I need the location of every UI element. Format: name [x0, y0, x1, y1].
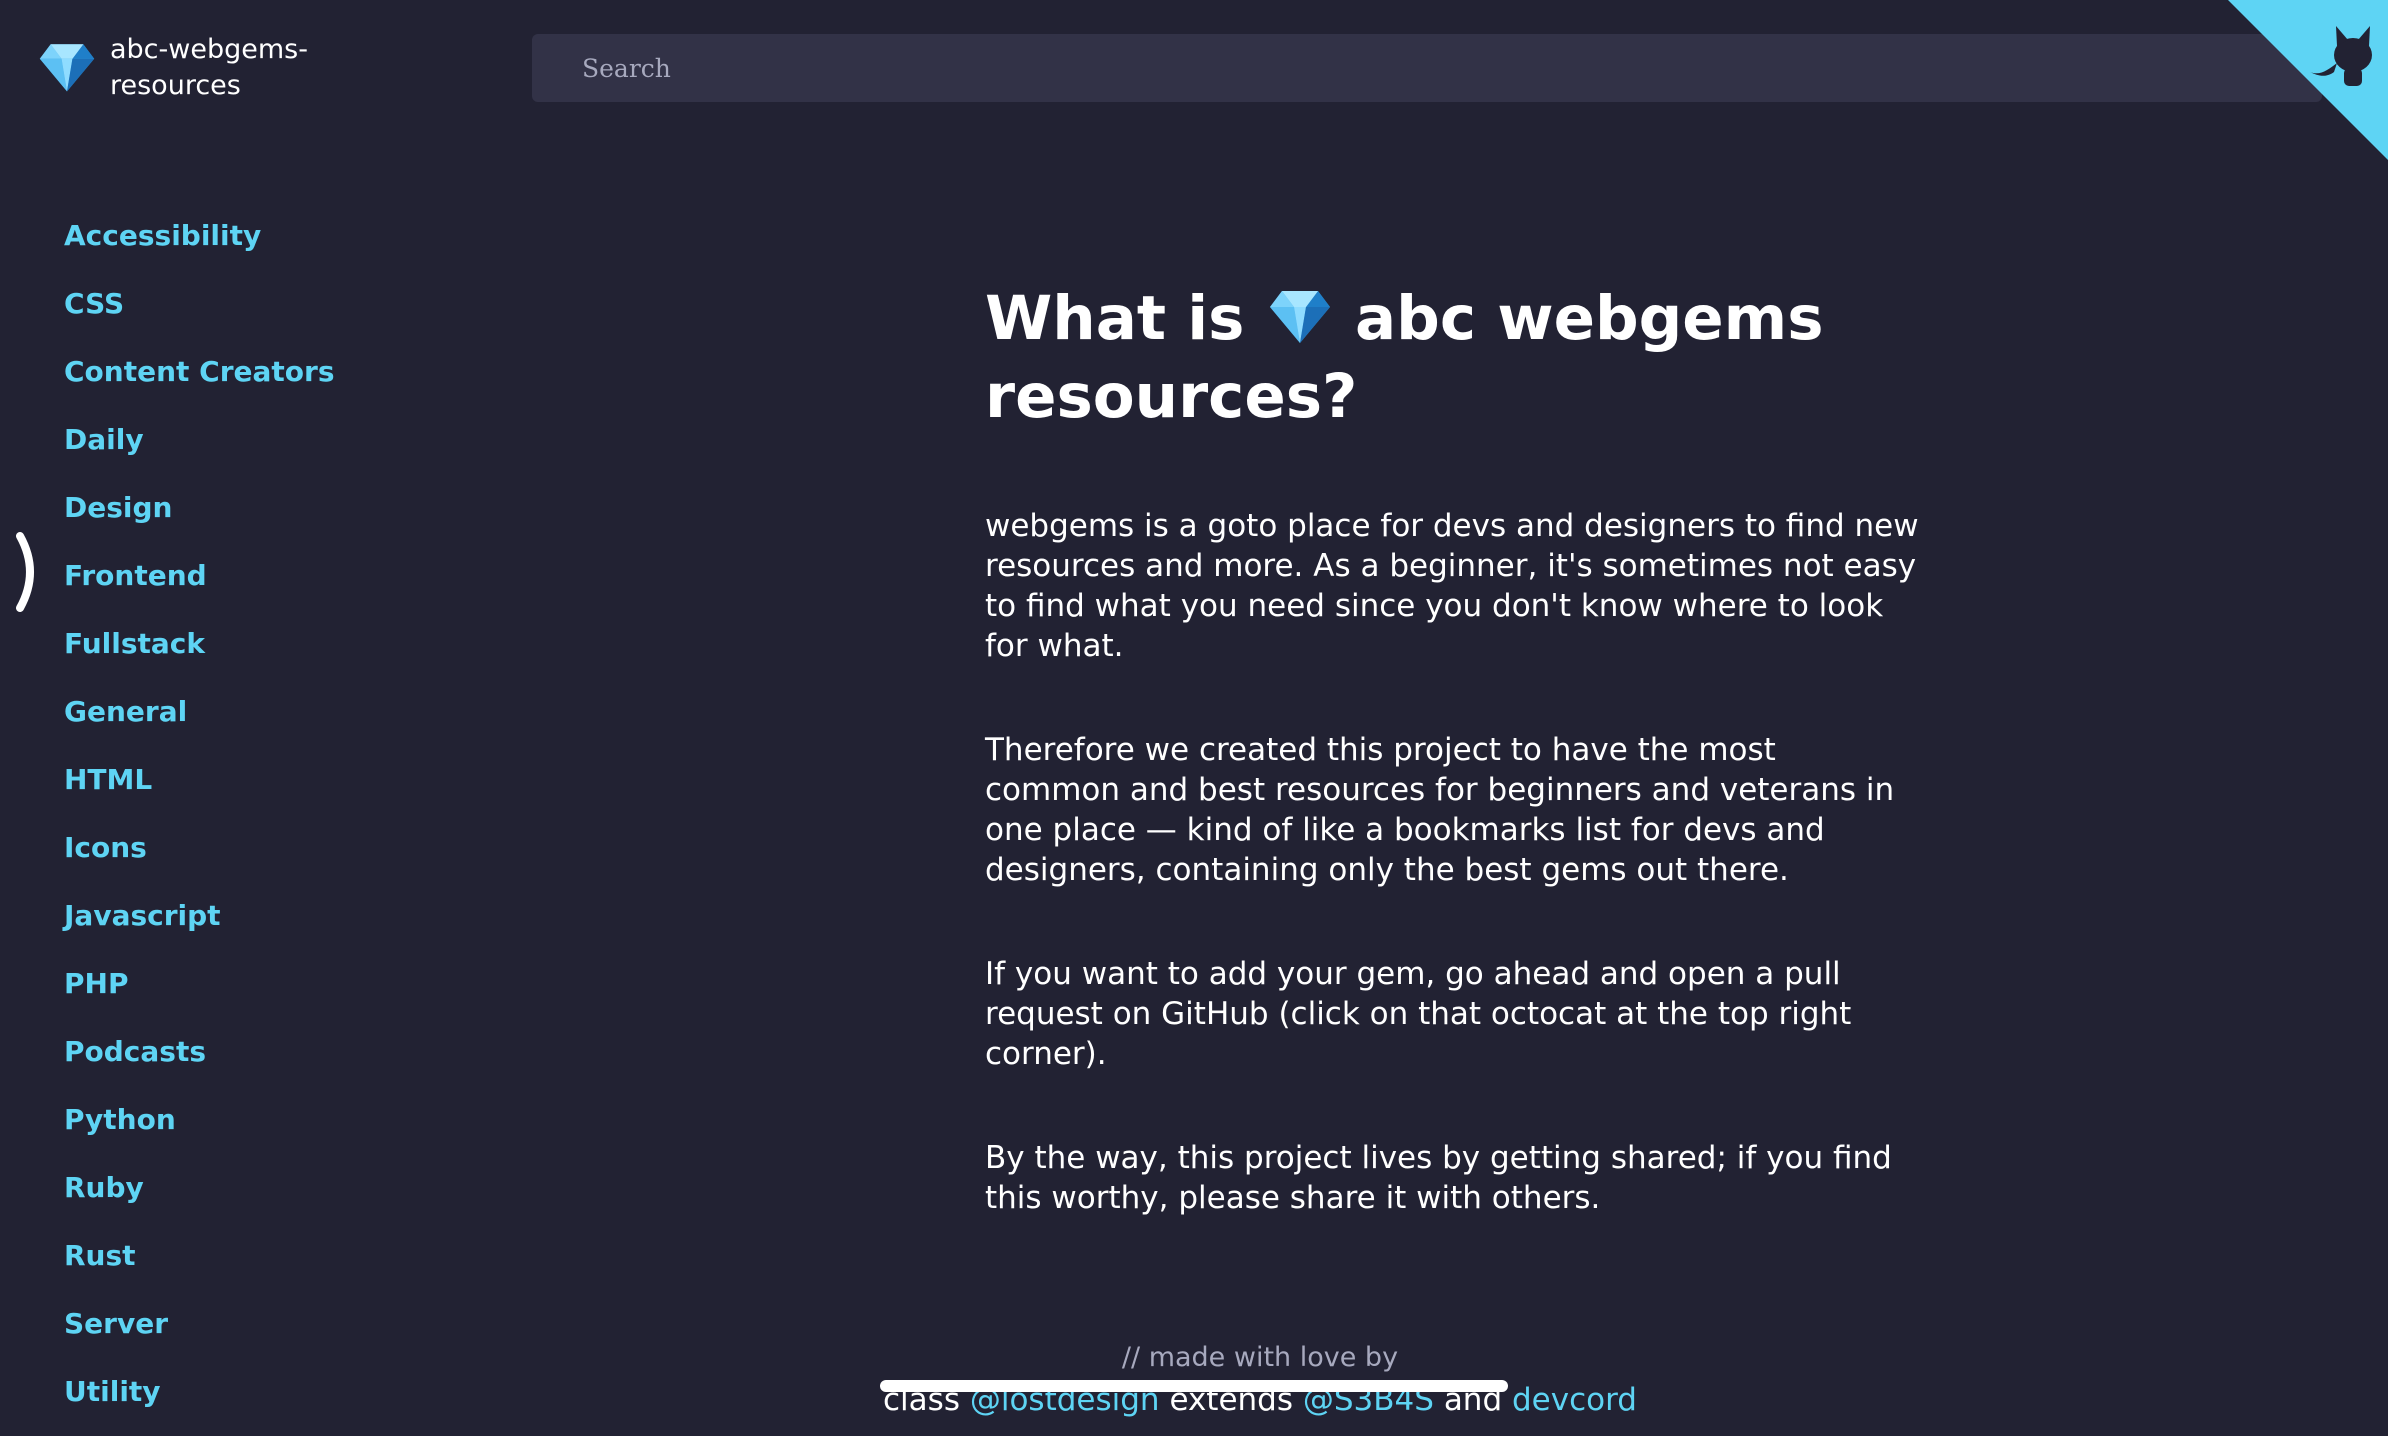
sidebar-toggle-button[interactable] [14, 530, 44, 614]
footer: // made with love by class @lostdesign e… [880, 1336, 1640, 1420]
sidebar-item-frontend: Frontend [64, 552, 335, 620]
sidebar-link[interactable]: Icons [64, 831, 147, 864]
sidebar-link[interactable]: General [64, 695, 187, 728]
sidebar-link[interactable]: Frontend [64, 559, 207, 592]
devcord-link[interactable]: devcord [1512, 1382, 1637, 1418]
sidebar-link[interactable]: Ruby [64, 1171, 144, 1204]
brand[interactable]: abc-webgems-resources [38, 32, 340, 104]
sidebar-item-ruby: Ruby [64, 1164, 335, 1232]
search-input[interactable] [580, 52, 2274, 84]
gem-icon [38, 37, 96, 99]
sidebar-item-daily: Daily [64, 416, 335, 484]
sidebar-link[interactable]: Server [64, 1307, 168, 1340]
sidebar-link[interactable]: Daily [64, 423, 144, 456]
home-indicator[interactable] [880, 1380, 1508, 1392]
sidebar-nav: Accessibility CSS Content Creators Daily… [64, 212, 335, 1436]
sidebar-link[interactable]: CSS [64, 287, 124, 320]
sidebar-link[interactable]: Python [64, 1103, 176, 1136]
gem-icon [1268, 283, 1332, 347]
sidebar-link[interactable]: Accessibility [64, 219, 261, 252]
sidebar-link[interactable]: Content Creators [64, 355, 335, 388]
sidebar-item-javascript: Javascript [64, 892, 335, 960]
share-paragraph: By the way, this project lives by gettin… [985, 1140, 1892, 1216]
contribute-paragraph: If you want to add your gem, go ahead an… [985, 956, 1852, 1072]
octocat-icon [2228, 0, 2388, 160]
sidebar-link[interactable]: Rust [64, 1239, 136, 1272]
sidebar-item-utility: Utility [64, 1368, 335, 1436]
sidebar-link[interactable]: Fullstack [64, 627, 205, 660]
sidebar-item-html: HTML [64, 756, 335, 824]
brand-name: abc-webgems-resources [110, 34, 308, 101]
purpose-paragraph: Therefore we created this project to hav… [985, 732, 1895, 888]
sidebar-item-content-creators: Content Creators [64, 348, 335, 416]
sidebar-link[interactable]: Utility [64, 1375, 161, 1408]
sidebar-link[interactable]: PHP [64, 967, 128, 1000]
sidebar-link[interactable]: Javascript [64, 899, 221, 932]
sidebar-item-general: General [64, 688, 335, 756]
sidebar-item-podcasts: Podcasts [64, 1028, 335, 1096]
sidebar-item-fullstack: Fullstack [64, 620, 335, 688]
sidebar-item-icons: Icons [64, 824, 335, 892]
github-corner-link[interactable] [2228, 0, 2388, 160]
sidebar-link[interactable]: Design [64, 491, 172, 524]
sidebar-item-accessibility: Accessibility [64, 212, 335, 280]
sidebar-link[interactable]: HTML [64, 763, 152, 796]
sidebar-item-server: Server [64, 1300, 335, 1368]
sidebar-item-rust: Rust [64, 1232, 335, 1300]
sidebar-item-css: CSS [64, 280, 335, 348]
page-title: What is abc webgems resources? [985, 280, 1920, 436]
footer-note: // made with love by [1121, 1342, 1399, 1373]
title-text-before: What is [985, 283, 1245, 354]
main-content: What is abc webgems resources? webgems i… [985, 280, 1920, 1282]
sidebar-item-python: Python [64, 1096, 335, 1164]
intro-paragraph: webgems is a goto place for devs and des… [985, 508, 1919, 664]
sidebar-item-design: Design [64, 484, 335, 552]
sidebar-link[interactable]: Podcasts [64, 1035, 206, 1068]
search-bar[interactable] [532, 34, 2322, 102]
chevron-right-icon [16, 532, 34, 612]
sidebar-item-php: PHP [64, 960, 335, 1028]
